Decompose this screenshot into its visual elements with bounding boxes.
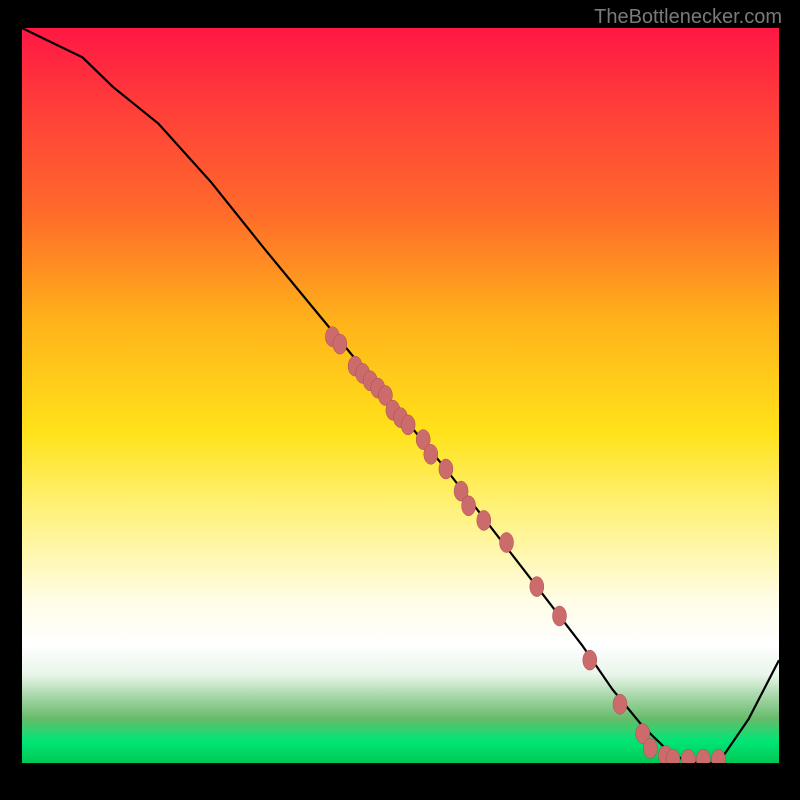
scatter-point <box>401 415 415 435</box>
scatter-point <box>681 749 695 763</box>
bottleneck-curve <box>22 28 779 763</box>
chart-svg <box>22 28 779 763</box>
scatter-point <box>500 533 514 553</box>
scatter-point <box>583 650 597 670</box>
scatter-point <box>439 459 453 479</box>
scatter-point <box>643 738 657 758</box>
scatter-group <box>325 327 725 763</box>
scatter-point <box>477 510 491 530</box>
scatter-point <box>462 496 476 516</box>
scatter-point <box>530 577 544 597</box>
scatter-point <box>333 334 347 354</box>
watermark-text: TheBottlenecker.com <box>594 6 782 29</box>
scatter-point <box>424 444 438 464</box>
scatter-point <box>553 606 567 626</box>
scatter-point <box>696 749 710 763</box>
scatter-point <box>711 749 725 763</box>
scatter-point <box>613 694 627 714</box>
